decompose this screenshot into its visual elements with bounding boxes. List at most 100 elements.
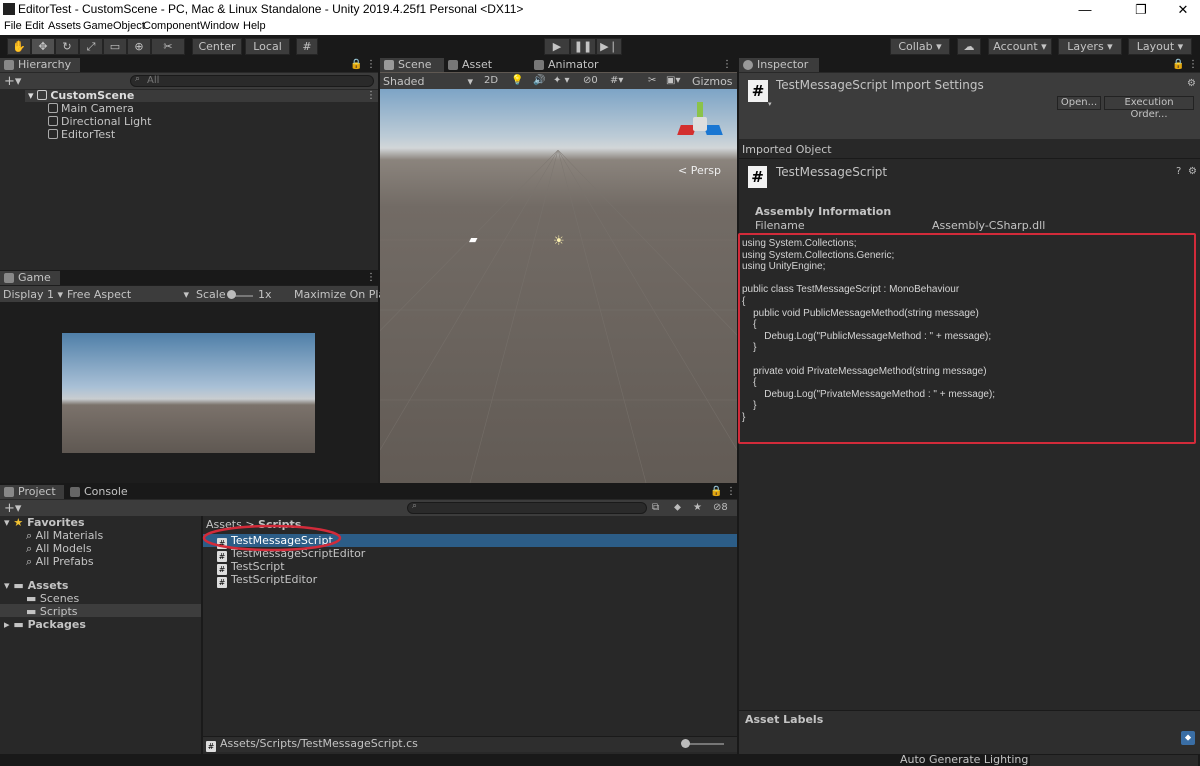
gizmos-label: Gizmos [692,75,733,88]
hidden-objects-count: 0 [591,75,598,86]
pause-button[interactable]: ❚❚ [570,38,596,55]
collab-button[interactable]: Collab ▾ [890,38,950,55]
lock-icon[interactable]: 🔒 [350,59,362,70]
tab-asset-store[interactable]: Asset Store [444,58,522,85]
scale-slider-handle[interactable] [227,290,236,299]
display-label: Display 1 [3,288,55,301]
hierarchy-search-input[interactable]: ⌕ All [130,74,374,87]
open-button[interactable]: Open... [1057,96,1101,110]
panel-menu-icon[interactable]: ⋮ [366,59,376,70]
orientation-gizmo[interactable] [671,97,731,152]
tools-icon[interactable]: ✂ [648,75,656,86]
scene-tab-label: Scene [398,58,432,71]
help-icon[interactable]: ? [1176,166,1181,177]
pivot-local-button[interactable]: Local [245,38,290,55]
tab-scene[interactable]: Scene [380,58,444,72]
icon-size-slider-handle[interactable] [681,739,690,748]
maximize-button[interactable]: ❐ [1118,0,1164,19]
minimize-button[interactable]: — [1062,0,1108,19]
favorites-item[interactable]: ⌕ All Models [26,542,92,556]
filter-label-icon[interactable]: ⬥ [674,502,681,513]
panel-menu-icon[interactable]: ⋮ [726,486,736,497]
favorites-item[interactable]: ⌕ All Prefabs [26,555,94,569]
selected-path: # Assets/Scripts/TestMessageScript.cs [206,737,418,752]
tab-console[interactable]: Console [66,485,136,499]
execution-order-button[interactable]: Execution Order... [1104,96,1194,120]
pivot-center-button[interactable]: Center [192,38,242,55]
shading-dropdown[interactable]: Shaded ▾ [383,75,473,88]
layout-dropdown[interactable]: Layout ▾ [1128,38,1192,55]
rect-tool-icon[interactable]: ▭ [103,38,127,55]
audio-toggle-icon[interactable]: 🔊 [533,75,545,86]
menu-edit[interactable]: Edit [25,20,44,32]
favorite-star-icon[interactable]: ★ [693,502,702,513]
tab-animator[interactable]: Animator [530,58,610,72]
favorites-item[interactable]: ⌕ All Materials [26,529,103,543]
play-button[interactable]: ▶ [544,38,570,55]
tab-inspector[interactable]: Inspector [739,58,819,72]
menu-assets[interactable]: Assets [48,20,81,32]
layers-dropdown[interactable]: Layers ▾ [1058,38,1122,55]
create-plus-icon[interactable]: +▾ [4,74,21,89]
mode-2d-toggle[interactable]: 2D [484,75,498,86]
gear-icon[interactable]: ⚙ [1187,78,1196,89]
icon-size-slider[interactable] [684,743,724,745]
rotate-tool-icon[interactable]: ↻ [55,38,79,55]
folder-item-label: Scripts [39,605,78,618]
tab-hierarchy[interactable]: Hierarchy [0,58,80,72]
hand-tool-icon[interactable]: ✋ [7,38,31,55]
menu-file[interactable]: File [4,20,22,32]
menu-component[interactable]: Component [143,20,200,32]
gear-icon[interactable]: ⚙ [1188,166,1197,177]
folder-icon [4,487,14,497]
lock-icon[interactable]: 🔒 [1172,59,1184,70]
grid-snap-icon[interactable]: # [296,38,318,55]
create-plus-icon[interactable]: +▾ [4,501,21,516]
menu-window[interactable]: Window [200,20,239,32]
lock-icon[interactable]: 🔒 [710,486,722,497]
account-dropdown[interactable]: Account ▾ [988,38,1052,55]
project-search-input[interactable]: ⌕ [407,501,647,514]
filter-type-icon[interactable]: ⧉ [652,502,659,513]
custom-tool-icon[interactable]: ✂ [151,38,185,55]
scene-menu-icon[interactable]: ⋮ [366,90,376,101]
step-button[interactable]: ▶❘ [596,38,622,55]
panel-menu-icon[interactable]: ⋮ [366,272,376,283]
hierarchy-item[interactable]: Directional Light [48,115,151,128]
tab-game[interactable]: Game [0,271,60,285]
game-icon [4,273,14,283]
hierarchy-item[interactable]: EditorTest [48,128,115,141]
tab-project[interactable]: Project [0,485,64,499]
file-item[interactable]: # TestScriptEditor [217,573,317,588]
hierarchy-item[interactable]: Main Camera [48,102,134,115]
panel-menu-icon[interactable]: ⋮ [1188,59,1198,70]
cloud-icon[interactable]: ☁ [957,38,981,55]
menu-help[interactable]: Help [243,20,266,32]
transform-tool-icon[interactable]: ⊕ [127,38,151,55]
favorites-folder[interactable]: ▾ ★ Favorites [4,516,85,529]
panel-menu-icon[interactable]: ⋮ [722,59,732,70]
folder-icon: ▬ [13,579,24,592]
folder-item[interactable]: ▬ Scripts [26,605,78,618]
assets-folder[interactable]: ▾ ▬ Assets [4,579,68,592]
camera-dropdown-icon[interactable]: ▣▾ [666,75,680,86]
light-gizmo-icon: ☀ [553,234,565,249]
hidden-objects-toggle[interactable]: ⊘0 [583,75,598,86]
grid-toggle-icon[interactable]: #▾ [610,75,623,86]
menu-gameobject[interactable]: GameObject [83,20,145,32]
tag-icon[interactable]: ⬥ [1181,731,1195,745]
aspect-dropdown[interactable]: Free Aspect ▾ [67,288,189,301]
persp-label[interactable]: < Persp [678,164,721,177]
gameobject-icon [48,129,58,139]
maximize-on-play-toggle[interactable]: Maximize On Play [294,288,392,301]
lighting-toggle-icon[interactable]: 💡 [511,75,523,86]
scene-root[interactable]: ▾ CustomScene [28,89,134,102]
packages-folder[interactable]: ▸ ▬ Packages [4,618,86,631]
scale-tool-icon[interactable]: ⤢ [79,38,103,55]
effects-dropdown-icon[interactable]: ✦ ▾ [553,75,570,86]
hidden-packages-toggle[interactable]: ⊘8 [713,502,728,513]
move-tool-icon[interactable]: ✥ [31,38,55,55]
close-button[interactable]: ✕ [1160,0,1200,19]
display-dropdown[interactable]: Display 1 ▾ [3,288,63,301]
center-cube-handle[interactable] [693,117,707,131]
